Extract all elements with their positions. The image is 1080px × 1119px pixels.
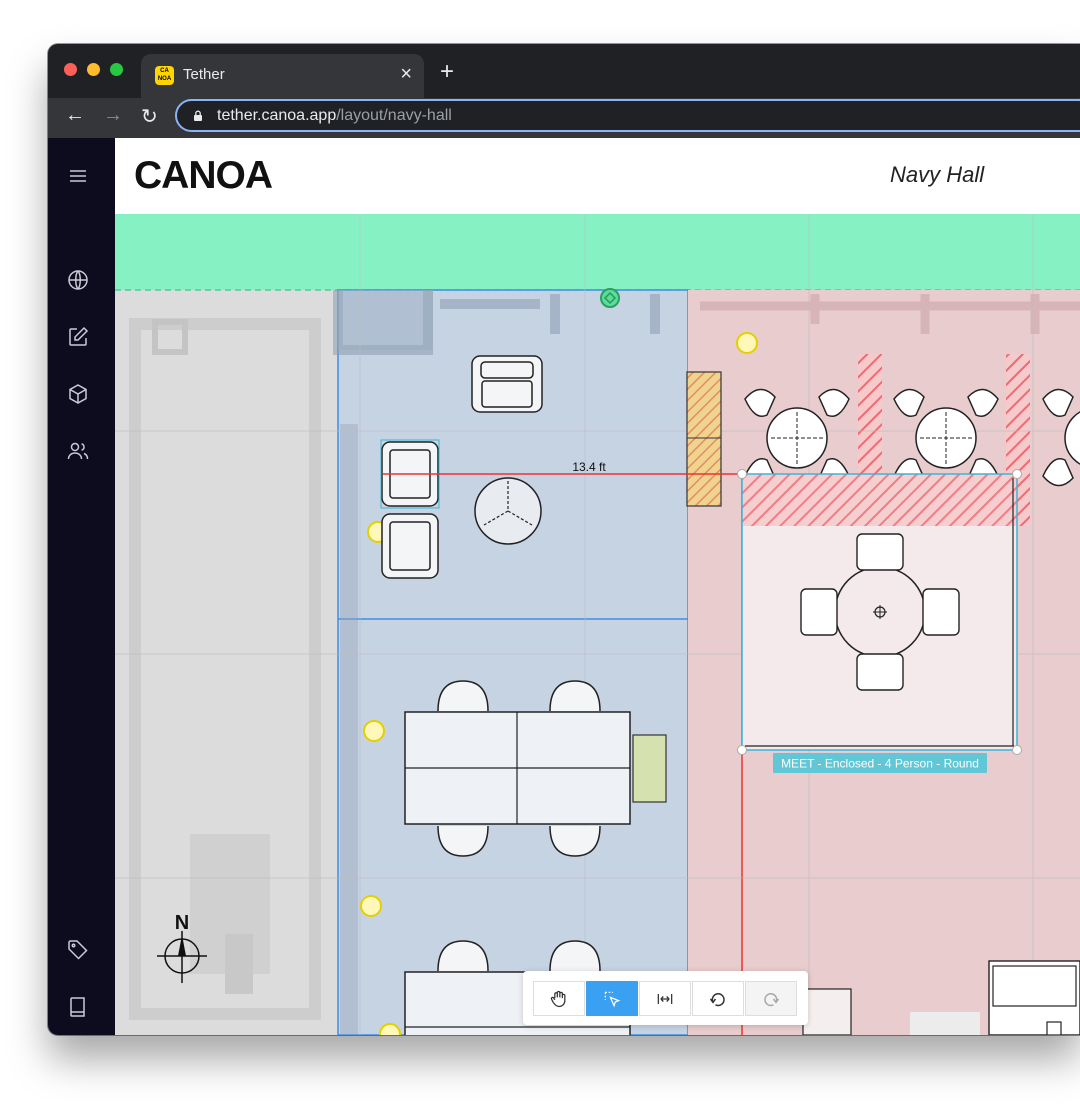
zone-green[interactable] xyxy=(115,214,1080,290)
users-icon[interactable] xyxy=(66,439,90,463)
side-furniture xyxy=(802,988,852,1035)
book-icon[interactable] xyxy=(66,995,90,1019)
browser-tab[interactable]: CA NOA Tether × xyxy=(141,54,424,98)
url-host: tether.canoa.app xyxy=(217,107,337,124)
tag-icon[interactable] xyxy=(66,938,90,962)
new-tab-button[interactable]: + xyxy=(440,58,454,86)
dimension-label: 13.4 ft xyxy=(572,460,606,474)
url-text: tether.canoa.app/layout/navy-hall xyxy=(217,107,452,125)
reload-button[interactable]: ↻ xyxy=(141,104,158,129)
measure-icon xyxy=(657,993,673,1004)
menu-icon[interactable] xyxy=(66,164,90,188)
armchair[interactable] xyxy=(471,355,543,413)
selected-item-label: MEET - Enclosed - 4 Person - Round xyxy=(781,757,979,771)
browser-window: CA NOA Tether × + ← → ↻ tether.canoa.app/… xyxy=(48,44,1080,1035)
minimize-window-button[interactable] xyxy=(87,63,100,76)
globe-icon[interactable] xyxy=(66,268,90,292)
undo-button[interactable] xyxy=(692,981,744,1016)
tab-close-button[interactable]: × xyxy=(400,63,412,86)
app-sidebar xyxy=(48,138,115,1035)
redo-button[interactable] xyxy=(745,981,797,1016)
compass-label: N xyxy=(175,912,189,934)
edit-icon[interactable] xyxy=(66,325,90,349)
floor-plan[interactable]: 13.4 ft MEET - Enclosed - 4 Person - Rou… xyxy=(115,214,1080,1035)
pan-tool-button[interactable] xyxy=(533,981,585,1016)
measure-tool-button[interactable] xyxy=(639,981,691,1016)
app-content: CANOA Navy Hall 13.4 ft MEET - Enclosed … xyxy=(48,138,1080,1035)
selected-meeting-room[interactable]: MEET - Enclosed - 4 Person - Round xyxy=(737,469,1022,774)
app-header: CANOA Navy Hall xyxy=(115,138,1080,214)
close-window-button[interactable] xyxy=(64,63,77,76)
pan-hand-icon xyxy=(550,990,566,1007)
anchor-marker[interactable] xyxy=(600,288,620,308)
tab-title: Tether xyxy=(183,66,225,83)
tab-strip: CA NOA Tether × + xyxy=(48,44,1080,98)
select-cursor-icon xyxy=(604,991,621,1007)
plan-toolbar xyxy=(523,971,808,1025)
maximize-window-button[interactable] xyxy=(110,63,123,76)
storage-cabinet[interactable] xyxy=(686,371,722,507)
favicon-icon: CA NOA xyxy=(155,66,174,85)
select-tool-button[interactable] xyxy=(586,981,638,1016)
box-icon[interactable] xyxy=(66,382,90,406)
redo-icon xyxy=(764,992,780,1006)
browser-toolbar: ← → ↻ tether.canoa.app/layout/navy-hall xyxy=(48,98,1080,138)
back-button[interactable]: ← xyxy=(65,104,85,127)
venue-title: Navy Hall xyxy=(890,162,985,187)
address-bar[interactable]: tether.canoa.app/layout/navy-hall xyxy=(175,99,1080,132)
floor-plan-canvas[interactable]: 13.4 ft MEET - Enclosed - 4 Person - Rou… xyxy=(115,214,1080,1035)
lock-icon xyxy=(194,110,202,121)
undo-icon xyxy=(709,992,725,1006)
forward-button[interactable]: → xyxy=(103,104,123,127)
url-path: /layout/navy-hall xyxy=(336,107,452,124)
canoa-logo: CANOA xyxy=(134,154,273,197)
